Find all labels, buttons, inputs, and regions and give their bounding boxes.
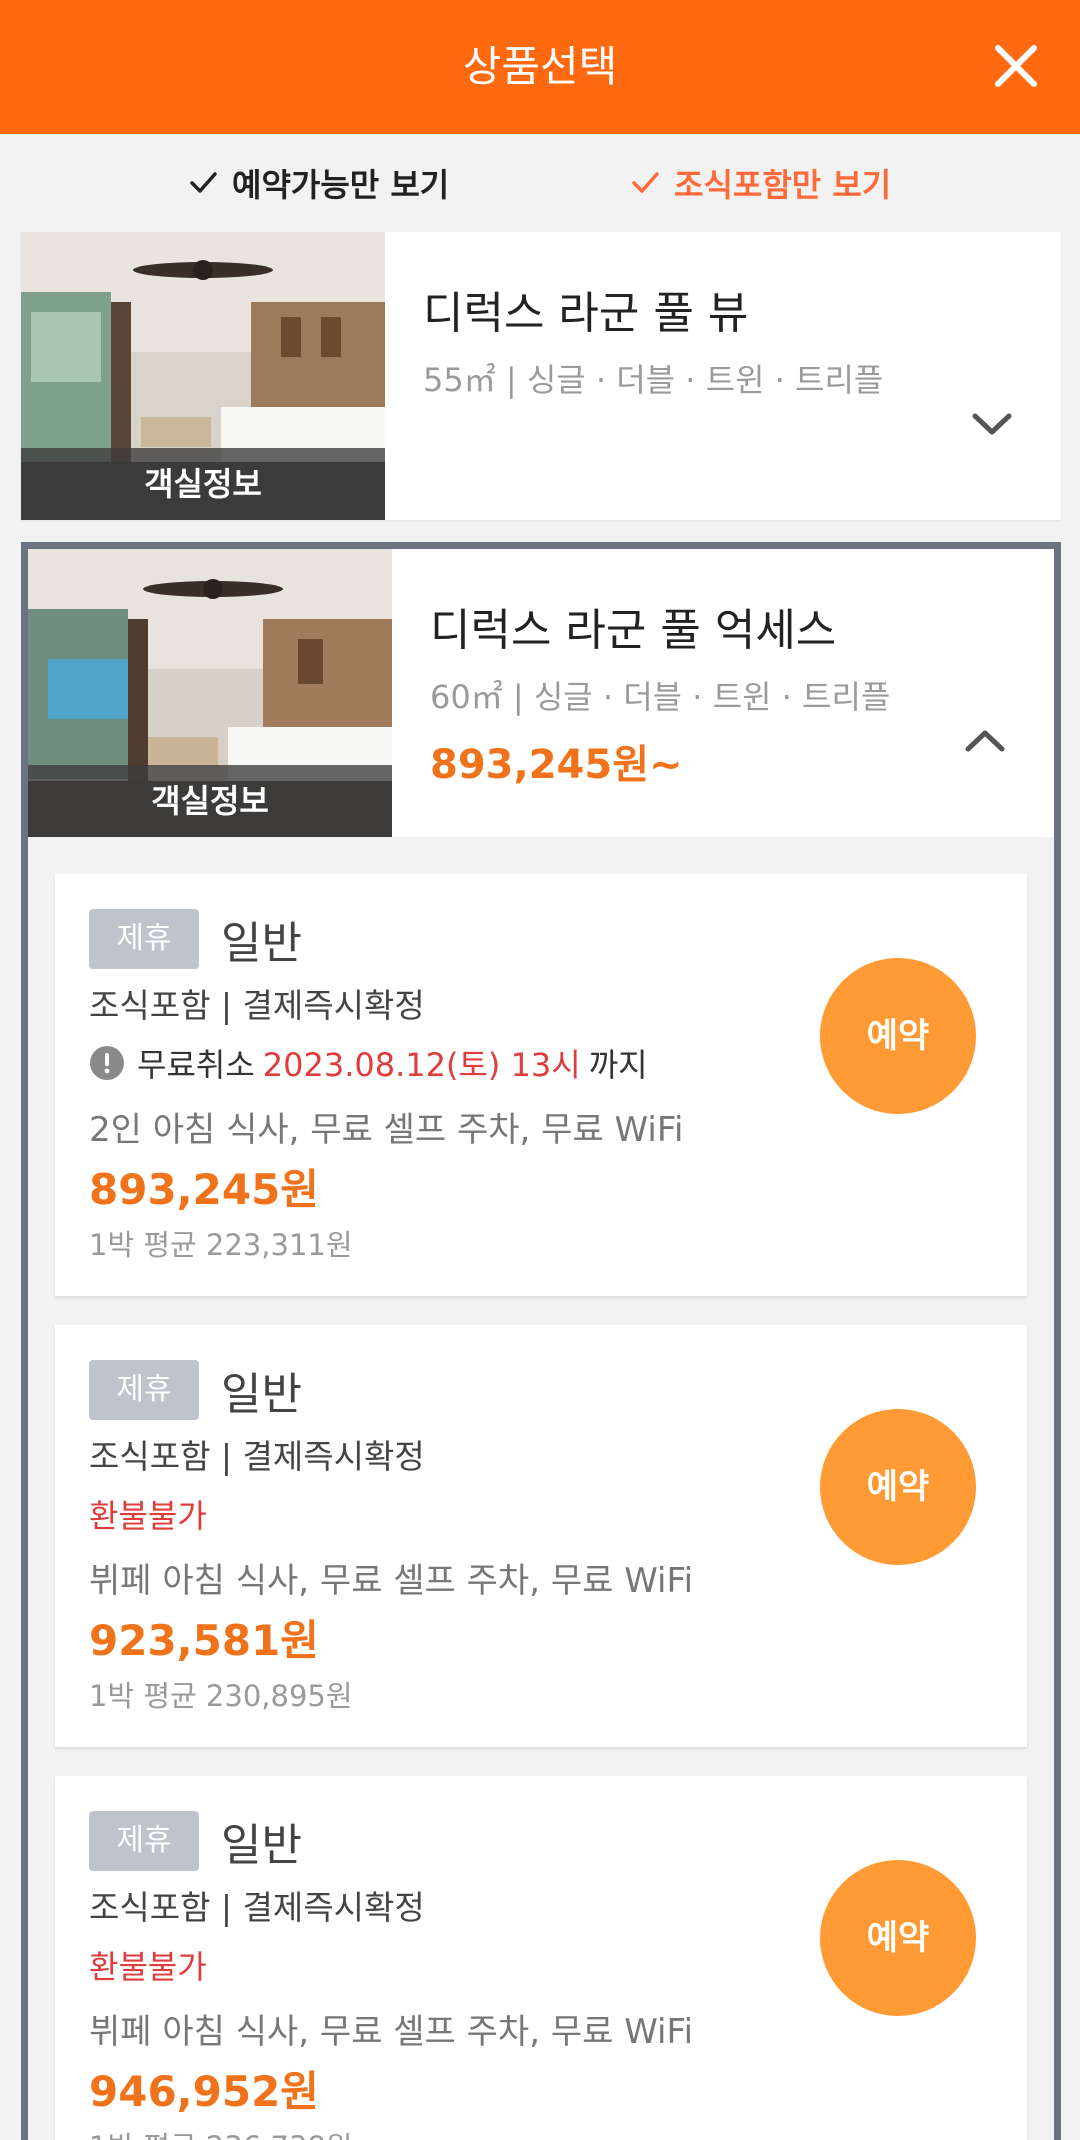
rate-type-row: 제휴 일반	[89, 1809, 302, 1873]
close-button[interactable]	[986, 36, 1046, 96]
rate-type-row: 제휴 일반	[89, 907, 302, 971]
rate-type-row: 제휴 일반	[89, 1358, 302, 1422]
book-button[interactable]: 예약	[820, 1860, 976, 2016]
nightly-average: 1박 평균 223,311원	[89, 1228, 353, 1262]
free-cancel-date: 2023.08.12(토) 13시	[262, 1046, 581, 1084]
free-cancel-until: 까지	[588, 1046, 648, 1084]
room-card-expanded: 객실정보 디럭스 라군 풀 억세스 60㎡ | 싱글 · 더블 · 트윈 · 트…	[21, 542, 1061, 2140]
rate-terms: 조식포함 | 결제즉시확정	[89, 1888, 425, 1927]
room-price: 893,245원~	[430, 742, 683, 788]
rate-offer: 제휴 일반 조식포함 | 결제즉시확정 무료취소 2023.08.12(토) 1…	[55, 874, 1027, 1296]
room-name: 디럭스 라군 풀 억세스	[430, 605, 837, 656]
filter-label: 예약가능만 보기	[232, 166, 450, 204]
room-info: 디럭스 라군 풀 뷰 55㎡ | 싱글 · 더블 · 트윈 · 트리플	[423, 277, 883, 401]
offer-price: 946,952원	[89, 2067, 319, 2116]
free-cancel-label: 무료취소	[137, 1046, 255, 1084]
room-card[interactable]: 객실정보 디럭스 라군 풀 뷰 55㎡ | 싱글 · 더블 · 트윈 · 트리플	[21, 232, 1061, 520]
rate-offer: 제휴 일반 조식포함 | 결제즉시확정 환불불가 뷔페 아침 식사, 무료 셀프…	[55, 1325, 1027, 1747]
rate-terms: 조식포함 | 결제즉시확정	[89, 1437, 425, 1476]
filter-breakfast-only[interactable]: 조식포함만 보기	[630, 158, 891, 208]
filter-available-only[interactable]: 예약가능만 보기	[188, 158, 449, 208]
filter-label: 조식포함만 보기	[674, 166, 892, 204]
cancel-policy: 무료취소 2023.08.12(토) 13시 까지	[89, 1040, 648, 1086]
page-title: 상품선택	[462, 42, 618, 91]
header-bar: 상품선택	[0, 0, 1080, 134]
partner-badge: 제휴	[89, 909, 199, 969]
room-thumbnail[interactable]: 객실정보	[28, 549, 392, 837]
rate-terms: 조식포함 | 결제즉시확정	[89, 986, 425, 1025]
room-spec: 60㎡ | 싱글 · 더블 · 트윈 · 트리플	[430, 678, 891, 716]
room-spec: 55㎡ | 싱글 · 더블 · 트윈 · 트리플	[423, 361, 884, 399]
rate-type: 일반	[221, 918, 302, 969]
room-name: 디럭스 라군 풀 뷰	[423, 288, 749, 339]
room-thumbnail[interactable]: 객실정보	[21, 232, 385, 520]
check-icon	[190, 172, 217, 193]
room-info: 디럭스 라군 풀 억세스 60㎡ | 싱글 · 더블 · 트윈 · 트리플 89…	[430, 594, 890, 790]
filter-bar: 예약가능만 보기 조식포함만 보기	[0, 134, 1080, 230]
chevron-down-icon[interactable]	[967, 404, 1017, 444]
book-button[interactable]: 예약	[820, 1409, 976, 1565]
amenities: 뷔페 아침 식사, 무료 셀프 주차, 무료 WiFi	[89, 1561, 694, 1601]
offer-price: 893,245원	[89, 1165, 319, 1214]
room-card[interactable]: 객실정보 디럭스 라군 풀 억세스 60㎡ | 싱글 · 더블 · 트윈 · 트…	[28, 549, 1054, 837]
room-info-caption: 객실정보	[21, 448, 385, 520]
check-icon	[632, 172, 659, 193]
partner-badge: 제휴	[89, 1360, 199, 1420]
nightly-average: 1박 평균 230,895원	[89, 1679, 353, 1713]
amenities: 2인 아침 식사, 무료 셀프 주차, 무료 WiFi	[89, 1110, 684, 1150]
rate-type: 일반	[221, 1820, 302, 1871]
rate-type: 일반	[221, 1369, 302, 1420]
partner-badge: 제휴	[89, 1811, 199, 1871]
info-icon	[90, 1046, 124, 1080]
chevron-up-icon[interactable]	[960, 721, 1010, 761]
close-icon	[995, 45, 1037, 87]
rate-offer: 제휴 일반 조식포함 | 결제즉시확정 환불불가 뷔페 아침 식사, 무료 셀프…	[55, 1776, 1027, 2140]
nightly-average: 1박 평균 236,738원	[89, 2124, 353, 2140]
offer-price: 923,581원	[89, 1616, 319, 1665]
room-info-caption: 객실정보	[28, 765, 392, 837]
non-refundable-label: 환불불가	[89, 1948, 207, 1986]
non-refundable-label: 환불불가	[89, 1497, 207, 1535]
book-button[interactable]: 예약	[820, 958, 976, 1114]
amenities: 뷔페 아침 식사, 무료 셀프 주차, 무료 WiFi	[89, 2012, 694, 2052]
